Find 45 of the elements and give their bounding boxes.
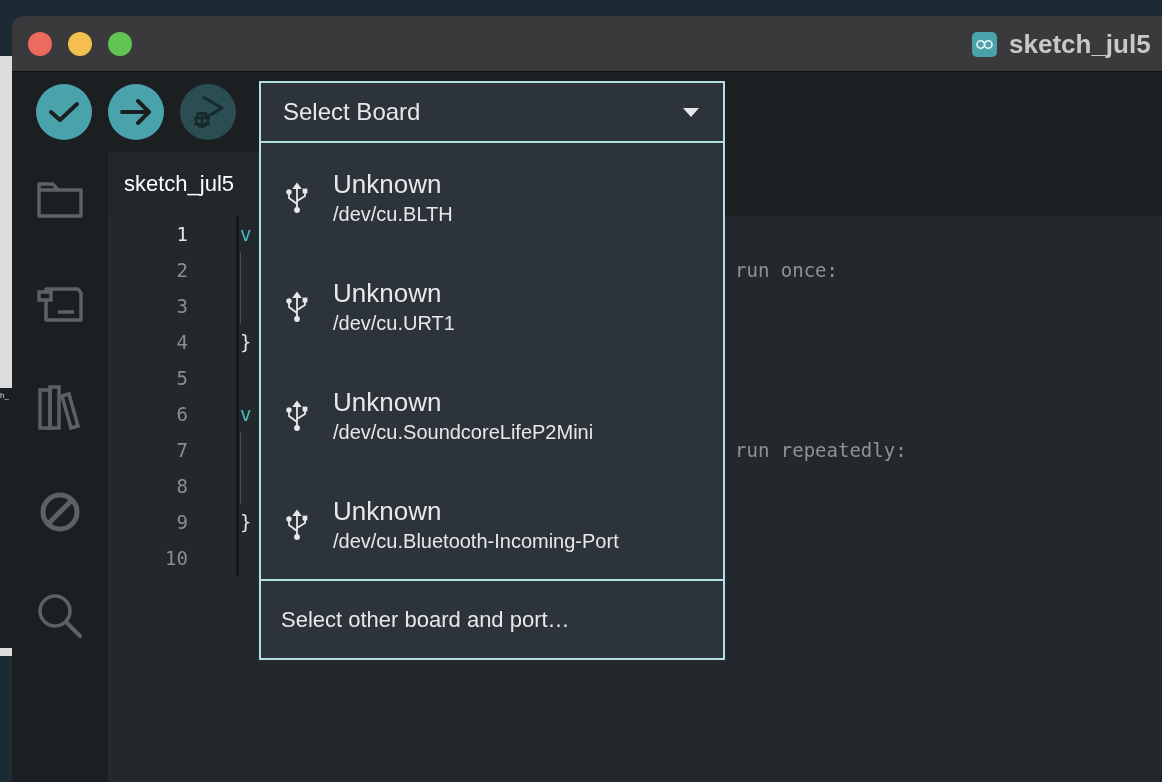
code-comment: run repeatedly:: [735, 439, 907, 461]
code-comment: run once:: [735, 259, 838, 281]
background-window-text: h_: [0, 391, 9, 400]
usb-icon: [285, 399, 309, 432]
port-path: /dev/cu.SoundcoreLifeP2Mini: [333, 421, 594, 444]
select-other-board-item[interactable]: Select other board and port…: [261, 579, 723, 658]
port-item[interactable]: Unknown /dev/cu.URT1: [261, 252, 723, 361]
board-name: Unknown: [333, 496, 443, 527]
minimize-button[interactable]: [68, 31, 92, 56]
arrow-right-icon: [120, 99, 152, 125]
bug-play-icon: [191, 94, 225, 130]
board-name: Unknown: [333, 169, 443, 200]
usb-icon: [285, 290, 309, 323]
board-name: Unknown: [333, 387, 443, 418]
upload-button[interactable]: [108, 84, 164, 140]
line-number: 6: [175, 403, 189, 425]
close-button[interactable]: [28, 31, 52, 56]
checkmark-icon: [49, 101, 79, 123]
code-keyword: v: [240, 223, 252, 245]
closing-brace: }: [240, 331, 252, 353]
port-path: /dev/cu.Bluetooth-Incoming-Port: [333, 530, 619, 553]
line-number: 9: [175, 511, 189, 533]
port-path: /dev/cu.URT1: [333, 312, 455, 335]
usb-icon: [285, 181, 309, 214]
line-number: 7: [175, 439, 189, 461]
line-number: 3: [175, 295, 189, 317]
search-icon[interactable]: [36, 592, 84, 640]
closing-brace: }: [240, 511, 252, 533]
line-number: 2: [175, 259, 189, 281]
zoom-button[interactable]: [108, 31, 132, 56]
line-number: 8: [175, 475, 189, 497]
port-path: /dev/cu.BLTH: [333, 203, 453, 226]
code-keyword: v: [240, 403, 252, 425]
line-number: 4: [175, 331, 189, 353]
line-number: 1: [175, 223, 189, 245]
line-number: 5: [175, 367, 189, 389]
line-number: 10: [164, 547, 189, 569]
verify-button[interactable]: [36, 84, 92, 140]
app-icon: [972, 31, 997, 57]
port-item[interactable]: Unknown /dev/cu.Bluetooth-Incoming-Port: [261, 470, 723, 579]
board-name: Unknown: [333, 278, 443, 309]
usb-icon: [285, 508, 309, 541]
window-title: sketch_jul5: [1009, 28, 1151, 60]
port-item[interactable]: Unknown /dev/cu.SoundcoreLifeP2Mini: [261, 361, 723, 470]
caret-icon: [683, 107, 699, 117]
